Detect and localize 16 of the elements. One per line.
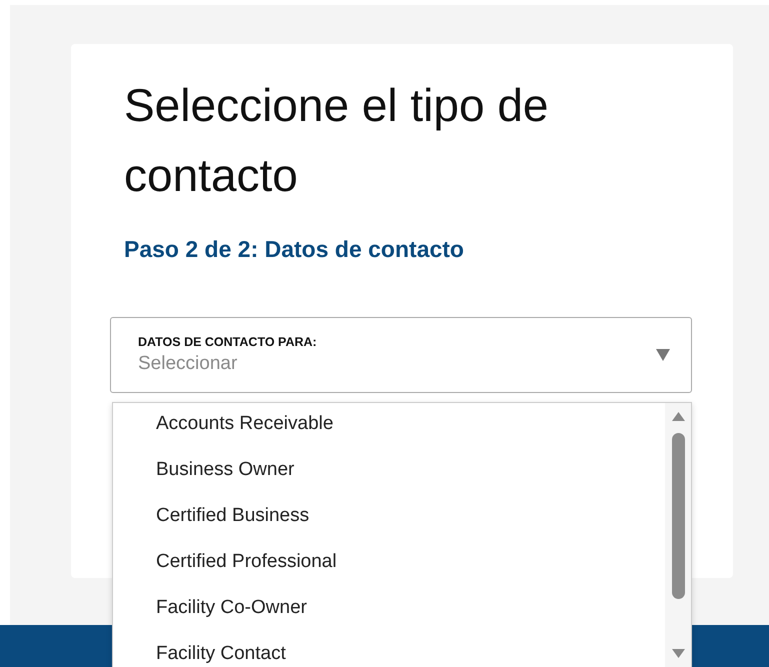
select-placeholder: Seleccionar [138,353,238,375]
scrollbar[interactable] [665,403,691,667]
dropdown-option[interactable]: Facility Contact [113,639,665,667]
dropdown-option[interactable]: Facility Co-Owner [113,593,665,639]
dropdown-option[interactable]: Certified Professional [113,547,665,593]
scroll-up-icon[interactable] [672,411,685,421]
scrollbar-thumb[interactable] [672,433,685,599]
page-title: Seleccione el tipo de contacto [124,78,550,203]
caret-icon [655,348,671,362]
dropdown-option[interactable]: Business Owner [113,455,665,501]
dropdown-option[interactable]: Certified Business [113,501,665,547]
select-label: DATOS DE CONTACTO PARA: [138,335,317,349]
step-heading: Paso 2 de 2: Datos de contacto [124,236,464,263]
scroll-down-icon[interactable] [672,649,685,659]
contact-select[interactable]: DATOS DE CONTACTO PARA: Seleccionar [110,317,692,393]
dropdown-option[interactable]: Accounts Receivable [113,409,665,455]
